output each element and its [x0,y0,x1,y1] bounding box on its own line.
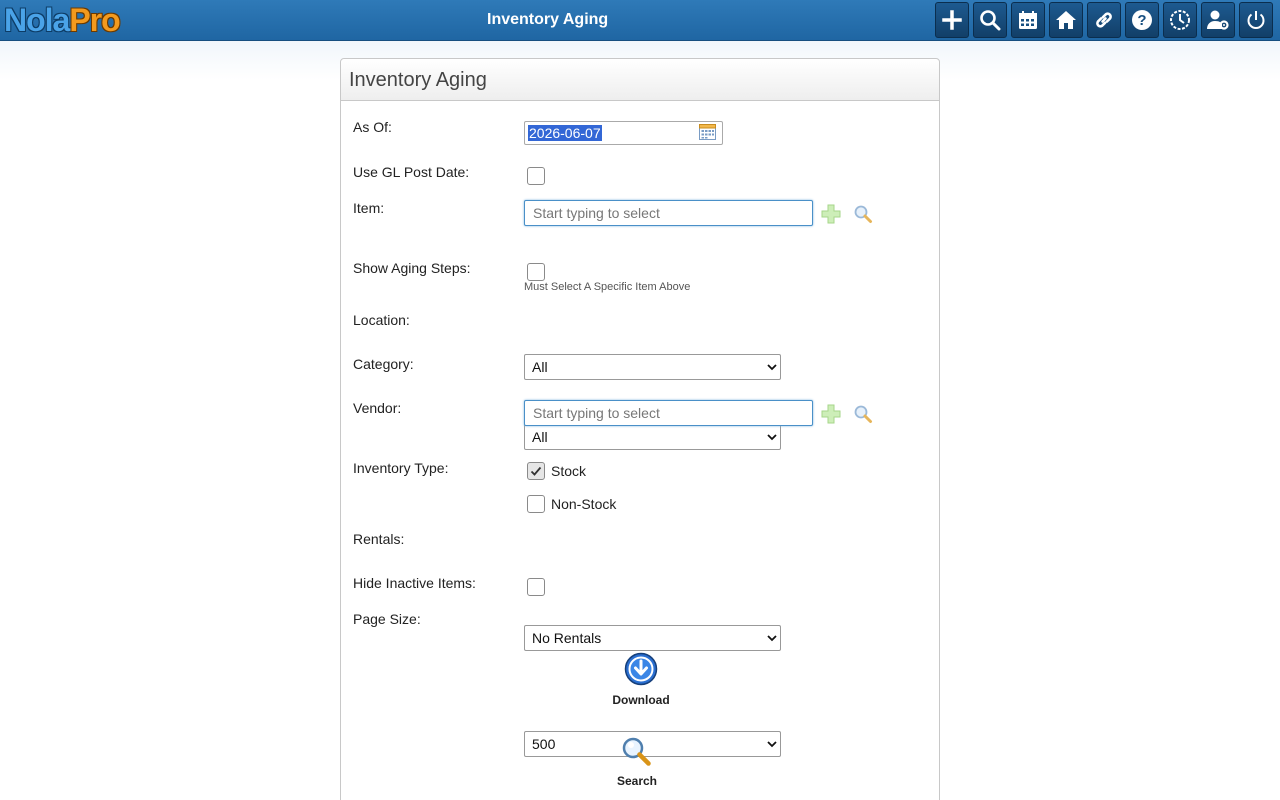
link-icon [1096,12,1112,28]
add-button[interactable] [935,2,969,38]
links-button[interactable] [1087,2,1121,38]
show-aging-steps-checkbox[interactable] [527,263,545,281]
category-selected-value: All [532,429,548,445]
hide-inactive-checkbox[interactable] [527,578,545,596]
clock-icon [1170,10,1190,30]
search-icon [980,10,1001,31]
rentals-select[interactable]: No Rentals [524,625,781,651]
page-size-selected-value: 500 [532,736,556,752]
item-input[interactable]: Start typing to select [524,200,813,226]
logo-text-pro: Pro [69,2,120,38]
svg-text:?: ? [1137,12,1146,29]
help-icon: ? [1132,10,1152,30]
search-submit-button[interactable]: Search [605,736,669,788]
lookup-vendor-icon[interactable] [853,404,873,424]
chevron-down-icon [767,635,777,642]
location-select[interactable]: All [524,354,781,380]
stock-checkbox[interactable] [527,462,545,480]
show-aging-steps-hint: Must Select A Specific Item Above [524,281,691,293]
chevron-down-icon [767,741,777,748]
hide-inactive-label: Hide Inactive Items: [353,575,476,591]
search-button[interactable] [973,2,1007,38]
calendar-button[interactable] [1011,2,1045,38]
add-vendor-icon[interactable] [821,404,841,424]
use-gl-post-date-label: Use GL Post Date: [353,164,470,180]
page-title: Inventory Aging [487,11,609,28]
rentals-selected-value: No Rentals [532,630,602,646]
logout-button[interactable] [1239,2,1273,38]
help-button[interactable]: ? [1125,2,1159,38]
item-label: Item: [353,200,385,216]
as-of-label: As Of: [353,119,392,135]
use-gl-post-date-checkbox[interactable] [527,167,545,185]
category-label: Category: [353,356,414,372]
lookup-item-icon[interactable] [853,204,873,224]
vendor-label: Vendor: [353,400,402,416]
panel-header: Inventory Aging [341,59,939,101]
user-settings-icon [1207,10,1229,30]
home-icon [1056,11,1076,29]
location-label: Location: [353,312,410,328]
category-select[interactable]: All [524,424,781,450]
show-aging-steps-label: Show Aging Steps: [353,260,471,276]
stock-label[interactable]: Stock [551,463,586,479]
page-size-label: Page Size: [353,611,421,627]
magnifier-icon [622,737,651,766]
plus-icon [942,10,962,30]
top-bar: NolaPro Inventory Aging ? [0,0,1280,41]
as-of-field-wrapper: 2026-06-07 [524,121,723,145]
download-icon [624,652,658,686]
user-settings-button[interactable] [1201,2,1235,38]
calendar-icon [1019,11,1037,29]
date-picker-calendar-icon[interactable] [699,124,716,140]
home-button[interactable] [1049,2,1083,38]
chevron-down-icon [767,434,777,441]
nolapro-logo[interactable]: NolaPro [4,1,121,39]
checkmark-icon [530,466,542,476]
download-button[interactable]: Download [609,652,673,707]
panel-title: Inventory Aging [349,69,487,91]
add-item-icon[interactable] [821,204,841,224]
power-icon [1247,11,1265,29]
download-label: Download [612,693,670,707]
rentals-label: Rentals: [353,531,405,547]
non-stock-label[interactable]: Non-Stock [551,496,616,512]
as-of-date-value: 2026-06-07 [528,125,602,141]
chevron-down-icon [767,364,777,371]
non-stock-checkbox[interactable] [527,495,545,513]
inventory-aging-panel: Inventory Aging As Of: 2026-06-07 Use GL… [340,58,940,800]
location-selected-value: All [532,359,548,375]
as-of-date-input[interactable]: 2026-06-07 [524,121,723,145]
inventory-type-label: Inventory Type: [353,460,449,476]
search-label: Search [616,774,658,788]
vendor-input[interactable]: Start typing to select [524,400,813,426]
history-button[interactable] [1163,2,1197,38]
logo-text-nola: Nola [4,2,70,38]
